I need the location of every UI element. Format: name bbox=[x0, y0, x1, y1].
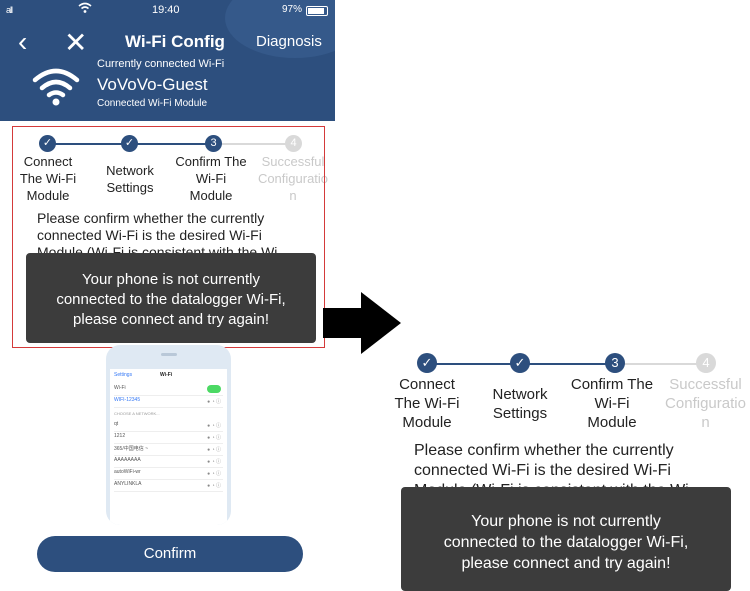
step-4-marker: 4 bbox=[696, 353, 716, 373]
enlarged-panel: ✓ ✓ 3 4 Connect The Wi-Fi Module Network… bbox=[385, 345, 750, 591]
page-title: Wi-Fi Config bbox=[125, 32, 225, 51]
step-4-label: Successful Configuratio n bbox=[665, 376, 746, 431]
battery-icon bbox=[306, 6, 328, 16]
settings-title: Wi-Fi bbox=[160, 372, 173, 378]
status-time: 19:40 bbox=[152, 4, 180, 16]
step-1-check-icon: ✓ bbox=[417, 353, 437, 373]
network-row: 1212 ● ◔ ⓘ bbox=[114, 433, 223, 444]
network-name: 1212 bbox=[114, 433, 126, 439]
back-chevron-icon[interactable]: ‹ bbox=[18, 26, 27, 58]
module-label: Connected Wi-Fi Module bbox=[97, 98, 208, 109]
wifi-toggle-row: Wi-Fi bbox=[114, 385, 223, 396]
lock-wifi-info-icon: ● ◔ ⓘ bbox=[207, 459, 221, 465]
wifi-icon bbox=[32, 68, 80, 106]
lock-wifi-info-icon: ● ◔ ⓘ bbox=[207, 471, 221, 477]
lock-wifi-info-icon: ● ◔ ⓘ bbox=[207, 423, 221, 429]
status-wifi-icon bbox=[78, 2, 92, 17]
highlight-box bbox=[12, 126, 325, 348]
lock-wifi-info-icon: ● ◔ ⓘ bbox=[207, 435, 221, 441]
lock-wifi-info-icon: ● ◔ ⓘ bbox=[207, 483, 221, 489]
app-header: all 19:40 97% ‹ ✕ Wi-Fi Config Diagnosis… bbox=[0, 0, 335, 121]
phone-screen-left: all 19:40 97% ‹ ✕ Wi-Fi Config Diagnosis… bbox=[0, 0, 335, 591]
network-name: autoWiFi-wr bbox=[114, 469, 141, 475]
battery-percent: 97% bbox=[282, 4, 303, 15]
wifi-toggle-label: Wi-Fi bbox=[114, 385, 126, 391]
settings-screen: Settings Wi-Fi Wi-Fi WIFI-12345 ● ◔ ⓘ CHO… bbox=[110, 369, 227, 525]
step-connector bbox=[624, 363, 698, 365]
phone-illustration: Settings Wi-Fi Wi-Fi WIFI-12345 ● ◔ ⓘ CHO… bbox=[106, 345, 231, 525]
diagnosis-button[interactable]: Diagnosis bbox=[256, 33, 322, 50]
current-wifi-label: Currently connected Wi-Fi bbox=[97, 58, 225, 70]
confirm-instructions: Please confirm whether the currently con… bbox=[414, 442, 689, 491]
network-row: ANYLINKLA ● ◔ ⓘ bbox=[114, 481, 223, 492]
network-row: autoWiFi-wr ● ◔ ⓘ bbox=[114, 469, 223, 480]
step-2-check-icon: ✓ bbox=[510, 353, 530, 373]
phone-speaker bbox=[161, 353, 177, 356]
network-name: ANYLINKLA bbox=[114, 481, 142, 487]
current-ssid: VoVoVo-Guest bbox=[97, 75, 208, 94]
wifi-toggle-switch bbox=[207, 385, 221, 393]
error-toast: Your phone is not currently connected to… bbox=[401, 487, 731, 591]
step-3-marker: 3 bbox=[605, 353, 625, 373]
network-row: 365/中国电信 ~ ● ◔ ⓘ bbox=[114, 445, 223, 456]
step-connector bbox=[436, 363, 512, 365]
network-name: 365/中国电信 ~ bbox=[114, 446, 149, 452]
network-row: qt ● ◔ ⓘ bbox=[114, 421, 223, 432]
lock-wifi-info-icon: ● ◔ ⓘ bbox=[207, 399, 221, 405]
step-1-label: Connect The Wi-Fi Module bbox=[394, 376, 460, 431]
network-name: AAAAAAAA bbox=[114, 457, 141, 463]
signal-strength: all bbox=[6, 5, 13, 15]
network-name: qt bbox=[114, 421, 119, 427]
network-row: AAAAAAAA ● ◔ ⓘ bbox=[114, 457, 223, 468]
status-bar: all 19:40 97% bbox=[0, 0, 335, 22]
connected-network-row: WIFI-12345 ● ◔ ⓘ bbox=[114, 397, 223, 408]
choose-network-label: CHOOSE A NETWORK... bbox=[114, 411, 160, 416]
step-2-label: Network Settings bbox=[492, 386, 548, 422]
lock-wifi-info-icon: ● ◔ ⓘ bbox=[207, 447, 221, 453]
settings-back-link: Settings bbox=[114, 372, 133, 378]
confirm-button[interactable]: Confirm bbox=[37, 536, 303, 572]
close-icon[interactable]: ✕ bbox=[64, 26, 87, 59]
step-connector bbox=[529, 363, 607, 365]
connected-network-ssid: WIFI-12345 bbox=[114, 397, 141, 403]
step-3-label: Confirm The Wi-Fi Module bbox=[570, 376, 654, 431]
